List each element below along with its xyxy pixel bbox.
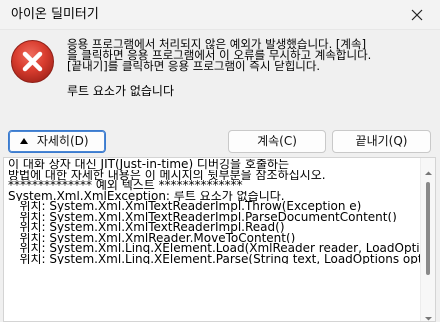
details-line: 위치: System.Xml.XmlTextReaderImpl.Read() bbox=[8, 222, 285, 233]
details-content: 이 대화 상자 대신 JIT(Just-in-time) 디버깅을 호출하는 방… bbox=[8, 159, 423, 264]
details-line: ************** 예외 텍스트 ************** bbox=[8, 180, 243, 191]
details-line: 위치: System.Xml.Linq.XElement.Parse(Strin… bbox=[8, 253, 423, 265]
details-line: 위치: System.Xml.XmlTextReaderImpl.Throw(E… bbox=[8, 201, 362, 212]
quit-button-label: 끝내기(Q) bbox=[355, 134, 408, 148]
vertical-scrollbar[interactable] bbox=[420, 158, 435, 321]
details-button[interactable]: 자세히(D) bbox=[8, 130, 106, 153]
close-icon bbox=[411, 9, 423, 21]
scrollbar-thumb[interactable] bbox=[426, 182, 430, 275]
details-line: 위치: System.Xml.XmlReader.MoveToContent() bbox=[8, 232, 296, 244]
details-line: 방법에 대한 자세한 내용은 이 메시지의 뒷부분을 참조하십시오. bbox=[8, 169, 326, 181]
scroll-up-arrow-icon[interactable] bbox=[424, 163, 433, 175]
continue-button[interactable]: 계속(C) bbox=[228, 130, 326, 153]
scroll-down-arrow-icon[interactable] bbox=[424, 308, 433, 321]
details-line: System.Xml.XmlException: 루트 요소가 없습니다. bbox=[8, 190, 285, 202]
chevron-up-icon bbox=[20, 138, 28, 144]
close-button[interactable] bbox=[394, 0, 440, 29]
details-button-label: 자세히(D) bbox=[36, 134, 89, 148]
error-message: 응용 프로그램에서 처리되지 않은 예외가 발생했습니다. [계속] 을 클릭하… bbox=[67, 38, 427, 73]
error-reason: 루트 요소가 없습니다 bbox=[67, 84, 174, 98]
details-line: 위치: System.Xml.Linq.XElement.Load(XmlRea… bbox=[8, 243, 423, 254]
details-line: 이 대화 상자 대신 JIT(Just-in-time) 디버깅을 호출하는 bbox=[8, 159, 290, 170]
error-icon bbox=[10, 39, 55, 84]
exception-dialog: 아이온 딜미터기 응용 프로그램에서 처리되지 않은 예외가 발생했습니다. [ bbox=[0, 0, 440, 322]
quit-button[interactable]: 끝내기(Q) bbox=[332, 130, 431, 153]
title-bar[interactable]: 아이온 딜미터기 bbox=[0, 0, 440, 30]
details-line: 위치: System.Xml.XmlTextReaderImpl.ParseDo… bbox=[8, 211, 397, 223]
window-title: 아이온 딜미터기 bbox=[11, 7, 99, 22]
continue-button-label: 계속(C) bbox=[257, 134, 297, 148]
message-line: [끝내기]를 클릭하면 응용 프로그램이 즉시 닫힙니다. bbox=[67, 59, 321, 73]
details-textbox[interactable]: 이 대화 상자 대신 JIT(Just-in-time) 디버깅을 호출하는 방… bbox=[3, 157, 436, 322]
